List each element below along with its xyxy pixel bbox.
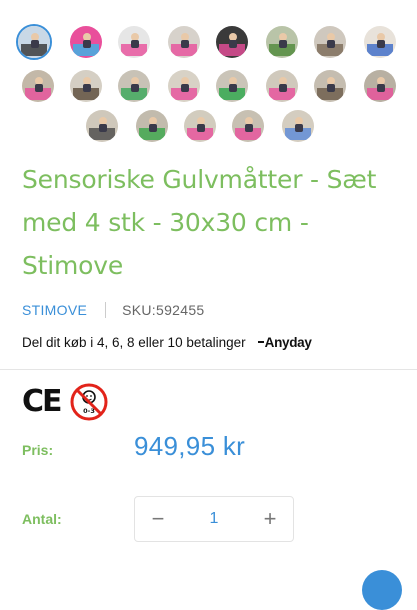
gallery-thumb-13[interactable] [216, 70, 248, 102]
price-label: Pris: [22, 442, 54, 458]
thumbnail-image [232, 110, 264, 142]
thumbnail-image [216, 26, 248, 58]
gallery-thumb-16[interactable] [364, 70, 396, 102]
gallery-thumb-4[interactable] [168, 26, 200, 58]
thumbnail-image [22, 70, 54, 102]
quantity-label: Antal: [22, 511, 62, 527]
thumbnail-image [364, 26, 396, 58]
thumbnail-image [118, 26, 150, 58]
brand-link[interactable]: STIMOVE [22, 302, 87, 318]
gallery-thumb-8[interactable] [364, 26, 396, 58]
product-title: Sensoriske Gulvmåtter - Sæt med 4 stk - … [22, 165, 377, 280]
thumbnail-image [282, 110, 314, 142]
thumbnail-image [136, 110, 168, 142]
thumbnail-image [184, 110, 216, 142]
gallery-thumb-1[interactable] [16, 24, 52, 60]
gallery-thumb-19[interactable] [184, 110, 216, 142]
thumbnail-image [18, 26, 50, 58]
gallery-thumb-20[interactable] [232, 110, 264, 142]
gallery-thumb-7[interactable] [314, 26, 346, 58]
installment-text: Del dit køb i 4, 6, 8 eller 10 betalinge… [22, 335, 246, 350]
gallery-thumb-12[interactable] [168, 70, 200, 102]
thumbnail-image [266, 26, 298, 58]
gallery-thumb-11[interactable] [118, 70, 150, 102]
gallery-thumb-10[interactable] [70, 70, 102, 102]
gallery-thumb-5[interactable] [216, 26, 248, 58]
gallery-thumb-14[interactable] [266, 70, 298, 102]
anyday-logo-text: Anyday [264, 335, 312, 350]
ce-mark-icon: CE [22, 384, 62, 419]
thumbnail-image [216, 70, 248, 102]
section-divider [0, 369, 417, 370]
gallery-thumb-17[interactable] [86, 110, 118, 142]
decrement-button[interactable]: − [135, 497, 181, 541]
gallery-thumb-9[interactable] [22, 70, 54, 102]
thumbnail-image [314, 26, 346, 58]
thumbnail-image [364, 70, 396, 102]
gallery-thumb-15[interactable] [314, 70, 346, 102]
thumbnail-image [168, 70, 200, 102]
thumbnail-image [168, 26, 200, 58]
product-meta: STIMOVE SKU:592455 [22, 302, 205, 318]
quantity-stepper: − 1 + [134, 496, 294, 542]
gallery-thumb-21[interactable] [282, 110, 314, 142]
thumbnail-image [86, 110, 118, 142]
thumbnail-image [70, 26, 102, 58]
increment-button[interactable]: + [247, 497, 293, 541]
anyday-logo[interactable]: Anyday [257, 335, 312, 350]
gallery-thumb-2[interactable] [70, 26, 102, 58]
quantity-input[interactable]: 1 [181, 510, 247, 528]
gallery-thumb-3[interactable] [118, 26, 150, 58]
anyday-logo-mark [257, 340, 264, 343]
thumbnail-image [118, 70, 150, 102]
product-price: 949,95 kr [134, 431, 246, 461]
installment-info: Del dit køb i 4, 6, 8 eller 10 betalinge… [22, 335, 312, 350]
sku-label: SKU:592455 [122, 302, 205, 318]
gallery-thumb-6[interactable] [266, 26, 298, 58]
meta-divider [105, 302, 107, 318]
thumbnail-image [314, 70, 346, 102]
gallery-thumb-18[interactable] [136, 110, 168, 142]
thumbnail-image [70, 70, 102, 102]
floating-action-button[interactable] [362, 570, 402, 610]
thumbnail-image [266, 70, 298, 102]
age-warning-icon: 0-3 [70, 383, 108, 421]
